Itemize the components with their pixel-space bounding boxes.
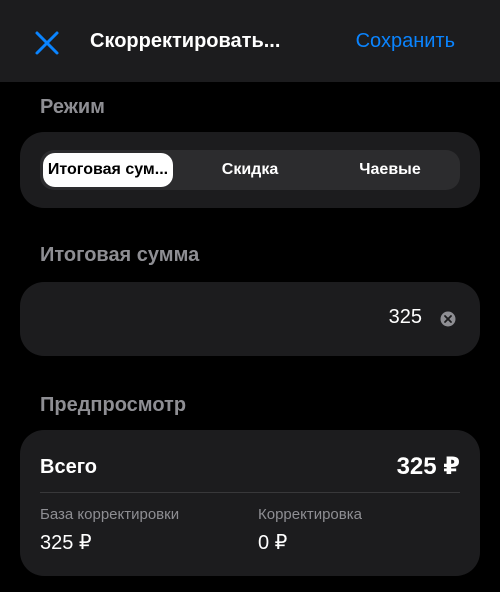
- divider: [40, 492, 460, 493]
- nav-header: Скорректировать... Сохранить: [0, 0, 500, 82]
- preview-section-label: Предпросмотр: [40, 394, 187, 416]
- base-value: 325 ₽: [40, 532, 92, 554]
- mode-option-tip[interactable]: Чаевые: [320, 153, 460, 187]
- adjustment-value: 0 ₽: [258, 532, 288, 554]
- close-icon[interactable]: [30, 26, 64, 60]
- clear-icon[interactable]: [440, 311, 456, 327]
- amount-input-card[interactable]: 325: [20, 282, 480, 356]
- mode-option-discount[interactable]: Скидка: [180, 153, 320, 187]
- total-label: Всего: [40, 456, 97, 478]
- total-value: 325 ₽: [396, 453, 460, 480]
- adjustment-label: Корректировка: [258, 506, 362, 523]
- preview-card: Всего 325 ₽ База корректировки Корректир…: [20, 430, 480, 576]
- mode-segmented-control: Итоговая сум... Скидка Чаевые: [40, 150, 460, 190]
- mode-option-total[interactable]: Итоговая сум...: [43, 153, 173, 187]
- page-title: Скорректировать...: [90, 30, 281, 52]
- mode-card: Итоговая сум... Скидка Чаевые: [20, 132, 480, 208]
- base-label: База корректировки: [40, 506, 180, 523]
- save-button[interactable]: Сохранить: [356, 30, 455, 53]
- amount-input[interactable]: 325: [389, 306, 422, 329]
- amount-section-label: Итоговая сумма: [40, 244, 200, 266]
- mode-section-label: Режим: [40, 96, 105, 118]
